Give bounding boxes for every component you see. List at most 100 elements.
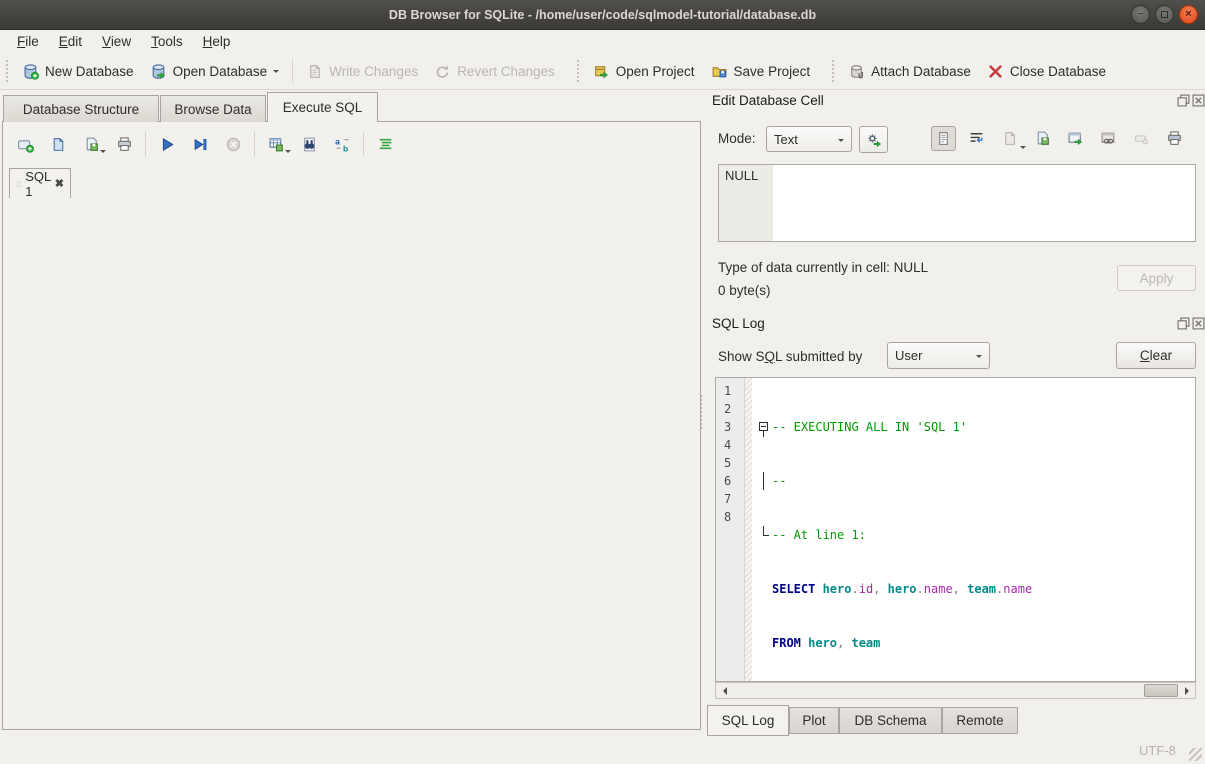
save-as-button[interactable]	[1030, 126, 1055, 151]
resize-grip[interactable]	[1189, 748, 1202, 761]
tab-sql-log[interactable]: SQL Log	[707, 705, 789, 736]
float-panel-icon[interactable]	[1177, 94, 1190, 107]
encoding-label: UTF-8	[1139, 743, 1176, 758]
log-scrollbar[interactable]	[715, 682, 1196, 699]
app-window: DB Browser for SQLite - /home/user/code/…	[0, 0, 1205, 764]
toolbar-drag-handle[interactable]	[575, 60, 583, 82]
write-changes-button[interactable]: Write Changes	[298, 58, 426, 85]
cell-size-info: 0 byte(s)	[718, 283, 771, 298]
minimize-button[interactable]: −	[1131, 5, 1150, 24]
minimize-icon: −	[1137, 9, 1143, 20]
tab-plot[interactable]: Plot	[789, 707, 839, 734]
find-button[interactable]	[298, 133, 320, 155]
log-line: FROM hero, team	[752, 634, 1195, 652]
new-database-button[interactable]: New Database	[14, 58, 142, 85]
sql-log-editor[interactable]: 1 2 3 4 5 6 7 8 -- EXECUTING ALL IN 'SQL…	[715, 377, 1196, 682]
scrollbar-track[interactable]	[732, 683, 1179, 698]
float-panel-icon[interactable]	[1177, 317, 1190, 330]
set-null-icon	[1133, 130, 1150, 147]
execute-sql-panel	[2, 121, 701, 730]
sql-tab-close-icon[interactable]: ✖	[55, 177, 64, 190]
title-bar[interactable]: DB Browser for SQLite - /home/user/code/…	[0, 0, 1205, 30]
import-as-mode-button[interactable]	[859, 126, 888, 153]
cell-editor-toolbar	[931, 126, 1187, 151]
toolbar-drag-handle[interactable]	[4, 60, 12, 82]
revert-changes-icon	[434, 63, 451, 80]
open-database-dropdown-icon[interactable]	[273, 70, 279, 76]
word-wrap-icon	[968, 130, 985, 147]
cell-type-info: Type of data currently in cell: NULL	[718, 260, 928, 275]
log-line: SELECT hero.id, hero.name, team.name	[752, 580, 1195, 598]
tab-database-structure[interactable]: Database Structure	[3, 95, 159, 122]
cell-value-label: NULL	[719, 165, 773, 241]
scroll-left-button[interactable]	[716, 683, 732, 698]
save-sql-dropdown-icon[interactable]	[100, 150, 106, 156]
mode-select[interactable]: Text	[766, 126, 852, 152]
set-null-button[interactable]	[1129, 126, 1154, 151]
print-button[interactable]	[113, 133, 135, 155]
save-results-dropdown-icon[interactable]	[285, 150, 291, 156]
copy-link-button[interactable]	[1096, 126, 1121, 151]
window-title: DB Browser for SQLite - /home/user/code/…	[389, 8, 816, 22]
revert-changes-button[interactable]: Revert Changes	[426, 58, 563, 85]
word-wrap-button[interactable]	[964, 126, 989, 151]
open-sql-file-icon	[50, 136, 67, 153]
tab-db-schema[interactable]: DB Schema	[839, 707, 942, 734]
cell-value-editor[interactable]: NULL	[718, 164, 1196, 242]
attach-database-button[interactable]: Attach Database	[840, 58, 979, 85]
sql-tab[interactable]: SQL 1 ✖	[9, 168, 71, 198]
scrollbar-thumb[interactable]	[1144, 684, 1178, 697]
menu-item-edit[interactable]: Edit	[49, 31, 92, 52]
cell-panel-title: Edit Database Cell	[712, 93, 824, 108]
auto-format-button[interactable]	[374, 133, 396, 155]
save-as-icon	[1034, 130, 1051, 147]
print-cell-button[interactable]	[1162, 126, 1187, 151]
open-sql-file-button[interactable]	[47, 133, 69, 155]
new-sql-tab-button[interactable]	[14, 133, 36, 155]
attach-database-icon	[848, 63, 865, 80]
close-database-button[interactable]: Close Database	[979, 58, 1114, 85]
log-line-number-gutter: 1 2 3 4 5 6 7 8	[716, 378, 745, 681]
execute-current-line-button[interactable]	[189, 133, 211, 155]
svg-text:a: a	[335, 136, 340, 146]
write-changes-icon	[306, 63, 323, 80]
scroll-right-button[interactable]	[1179, 683, 1195, 698]
menu-item-help[interactable]: Help	[193, 31, 241, 52]
clear-log-button[interactable]: Clear	[1116, 342, 1196, 369]
close-button[interactable]: ×	[1179, 5, 1198, 24]
text-mode-button[interactable]	[931, 126, 956, 151]
save-results-button[interactable]	[265, 133, 287, 155]
sql-file-icon	[16, 177, 21, 191]
maximize-button[interactable]	[1155, 5, 1174, 24]
import-dropdown-icon[interactable]	[1020, 146, 1026, 152]
log-line: -- EXECUTING ALL IN 'SQL 1'	[752, 418, 1195, 436]
find-replace-button[interactable]: ab	[331, 133, 353, 155]
menu-item-tools[interactable]: Tools	[141, 31, 193, 52]
stop-button[interactable]	[222, 133, 244, 155]
save-sql-file-button[interactable]	[80, 133, 102, 155]
tab-browse-data[interactable]: Browse Data	[160, 95, 266, 122]
open-in-window-icon	[1067, 130, 1084, 147]
menu-item-view[interactable]: View	[92, 31, 141, 52]
apply-button[interactable]: Apply	[1117, 265, 1196, 291]
open-database-button[interactable]: Open Database	[142, 58, 288, 85]
tab-remote[interactable]: Remote	[942, 707, 1018, 734]
execute-all-button[interactable]	[156, 133, 178, 155]
log-filter-select[interactable]: User	[887, 342, 990, 369]
sql-toolbar: ab	[14, 130, 396, 158]
main-toolbar: New Database Open Database Write Changes…	[0, 53, 1205, 90]
tab-execute-sql[interactable]: Execute SQL	[267, 92, 378, 122]
close-panel-icon[interactable]	[1192, 94, 1205, 107]
close-panel-icon[interactable]	[1192, 317, 1205, 330]
new-database-icon	[22, 63, 39, 80]
fold-collapse-icon[interactable]	[757, 418, 772, 436]
menu-item-file[interactable]: File	[7, 31, 49, 52]
open-project-button[interactable]: Open Project	[585, 58, 703, 85]
save-project-button[interactable]: Save Project	[703, 58, 819, 85]
import-data-button[interactable]	[997, 126, 1022, 151]
open-in-window-button[interactable]	[1063, 126, 1088, 151]
save-project-icon	[711, 63, 728, 80]
toolbar-drag-handle[interactable]	[830, 60, 838, 82]
mode-label: Mode:	[718, 131, 756, 146]
print-icon	[116, 136, 133, 153]
